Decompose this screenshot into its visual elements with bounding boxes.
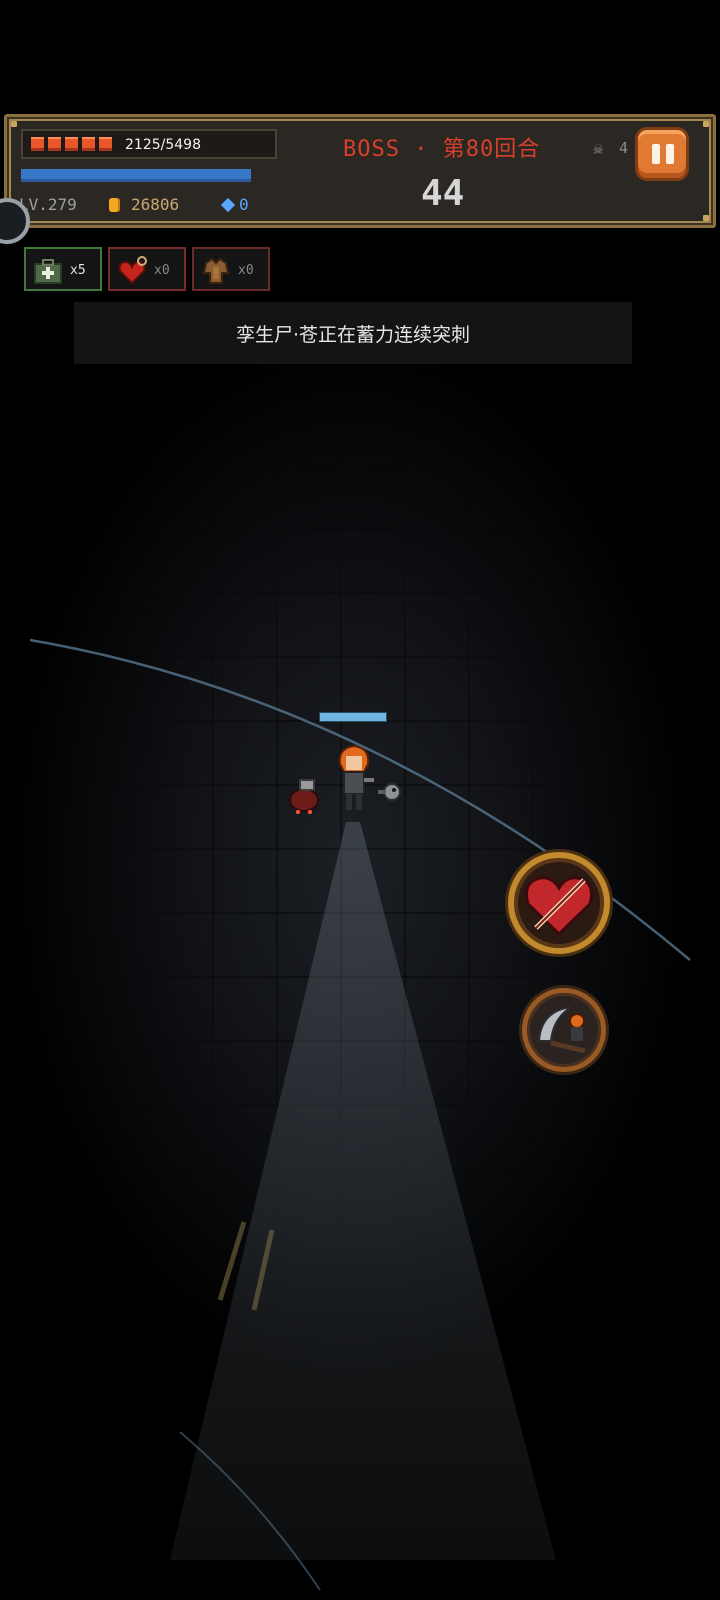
- gem-icon: [220, 197, 236, 213]
- boss-warning-banner: 孪生尸·苍正在蓄力连续突刺: [74, 302, 632, 364]
- item-slot-medkit[interactable]: x5: [24, 247, 102, 291]
- flashlight-cone: [170, 822, 556, 1560]
- item-slot-heart-potion[interactable]: x0: [108, 247, 186, 291]
- item-count: x5: [70, 263, 86, 278]
- item-count: x0: [238, 263, 254, 278]
- skill-button-heart-slash[interactable]: [508, 852, 610, 954]
- round-title: BOSS · 第80回合: [343, 137, 541, 162]
- skill-button-scythe[interactable]: [522, 988, 606, 1072]
- kill-count: 4: [619, 139, 629, 157]
- coin-icon: [109, 198, 120, 212]
- hp-segment: [65, 137, 78, 151]
- pause-button[interactable]: [635, 127, 689, 181]
- coin-count: 26806: [131, 195, 180, 214]
- item-slot-armor[interactable]: x0: [192, 247, 270, 291]
- rivet: [703, 215, 709, 221]
- top-hud: 2125/5498 LV.279 26806 0 BOSS · 第80回合 44…: [4, 114, 716, 228]
- hp-segment: [82, 137, 95, 151]
- target-hp-bar: [319, 712, 387, 722]
- medkit-icon: [34, 259, 62, 284]
- hp-segment: [99, 137, 112, 151]
- boss-warning-text: 孪生尸·苍正在蓄力连续突刺: [235, 323, 471, 346]
- armor-icon: [202, 257, 230, 284]
- skull-icon: ☠: [593, 139, 604, 159]
- mp-bar: [21, 169, 251, 182]
- hp-segment: [48, 137, 61, 151]
- drone-companion: [378, 783, 401, 801]
- player-character: [338, 744, 374, 810]
- item-count: x0: [154, 263, 170, 278]
- round-timer: 44: [421, 173, 465, 214]
- hp-text: 2125/5498: [125, 137, 201, 153]
- pet-companion: [289, 779, 319, 814]
- rivet: [11, 121, 17, 127]
- pause-icon: [652, 144, 660, 164]
- pause-icon: [666, 144, 674, 164]
- hp-bar: 2125/5498: [21, 129, 277, 159]
- gem-count: 0: [239, 195, 249, 214]
- hp-segment: [31, 137, 44, 151]
- scythe-skill-icon: [537, 1006, 586, 1054]
- heart-potion-icon: [118, 256, 147, 285]
- rivet: [703, 121, 709, 127]
- heart-slash-skill-icon: [525, 876, 593, 937]
